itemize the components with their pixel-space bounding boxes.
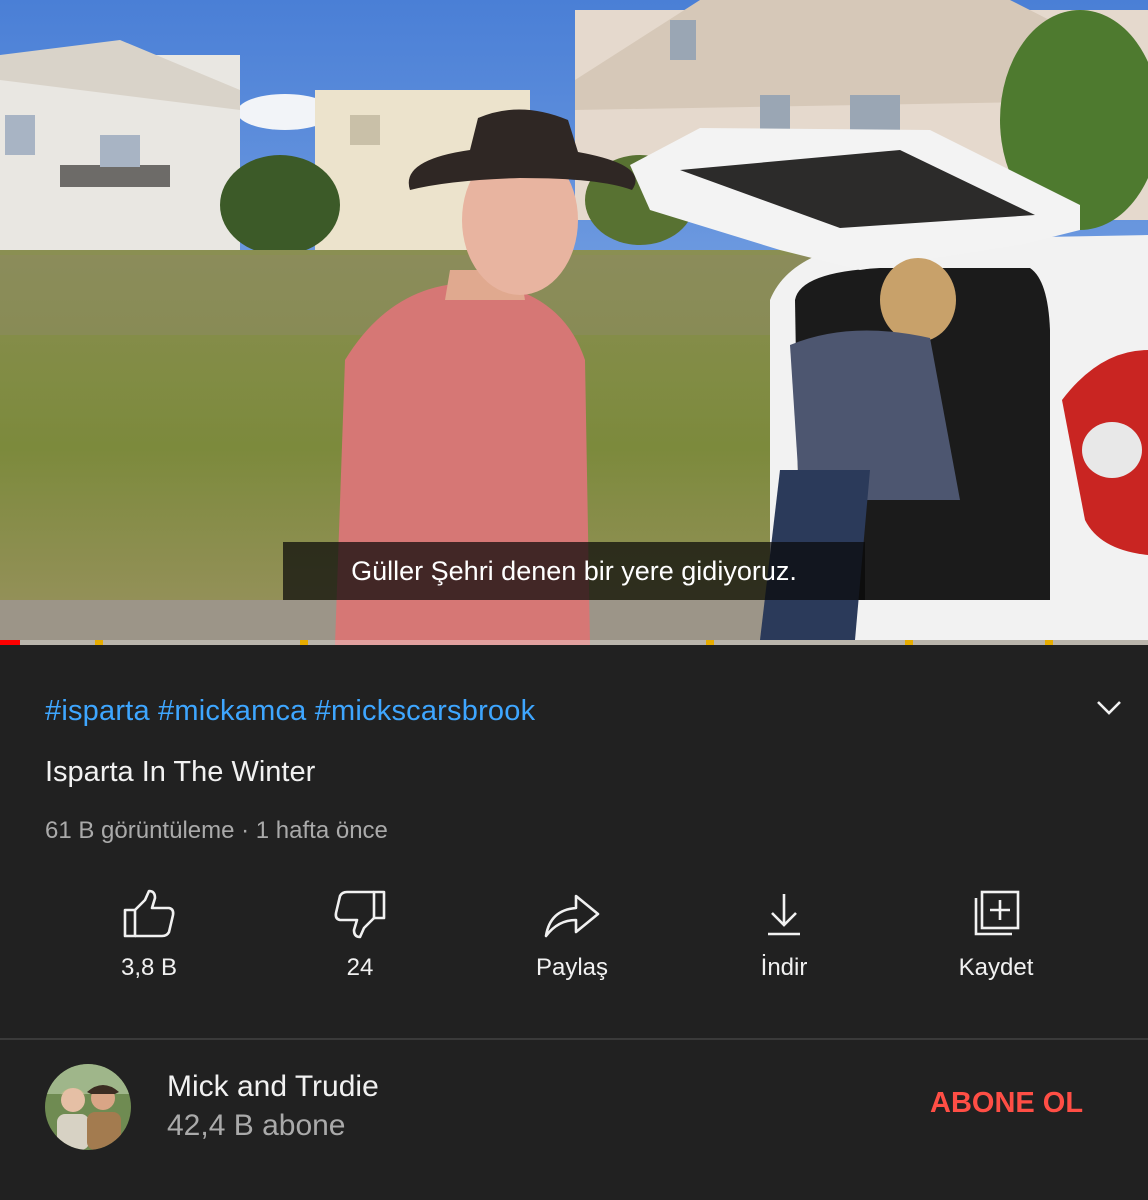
playlist-add-icon (974, 890, 1020, 936)
share-label: Paylaş (535, 954, 609, 981)
share-icon (544, 894, 600, 938)
video-player[interactable]: Güller Şehri denen bir yere gidiyoruz. (0, 0, 1148, 645)
download-icon (768, 894, 800, 936)
section-divider (0, 1038, 1148, 1040)
video-metadata: 61 B görüntüleme · 1 hafta önce (45, 817, 388, 844)
expand-description-button[interactable] (1094, 694, 1124, 720)
progress-fill (0, 640, 20, 645)
subscribe-button[interactable]: ABONE OL (930, 1087, 1083, 1120)
subtitle-caption: Güller Şehri denen bir yere gidiyoruz. (283, 542, 865, 600)
thumbs-up-icon (123, 889, 175, 938)
chapter-marker (706, 640, 714, 645)
channel-name[interactable]: Mick and Trudie (167, 1070, 379, 1104)
chapter-marker (95, 640, 103, 645)
channel-avatar[interactable] (45, 1064, 131, 1150)
subscriber-count: 42,4 B abone (167, 1109, 346, 1142)
avatar-image (45, 1064, 131, 1150)
save-label: Kaydet (958, 954, 1034, 981)
save-button[interactable]: Kaydet (906, 888, 1086, 998)
chevron-down-icon (1097, 701, 1121, 715)
chapter-marker (905, 640, 913, 645)
download-label: İndir (760, 954, 808, 981)
download-button[interactable]: İndir (694, 888, 874, 998)
share-button[interactable]: Paylaş (482, 888, 662, 998)
dislike-count: 24 (346, 954, 374, 981)
dislike-button[interactable]: 24 (270, 888, 450, 998)
progress-bar[interactable] (0, 640, 1148, 645)
thumbs-down-icon (334, 890, 386, 939)
like-count: 3,8 B (120, 954, 178, 981)
like-button[interactable]: 3,8 B (59, 888, 239, 998)
chapter-marker (300, 640, 308, 645)
hashtag-links[interactable]: #isparta #mickamca #mickscarsbrook (45, 695, 535, 728)
chapter-marker (1045, 640, 1053, 645)
video-title: Isparta In The Winter (45, 756, 316, 788)
